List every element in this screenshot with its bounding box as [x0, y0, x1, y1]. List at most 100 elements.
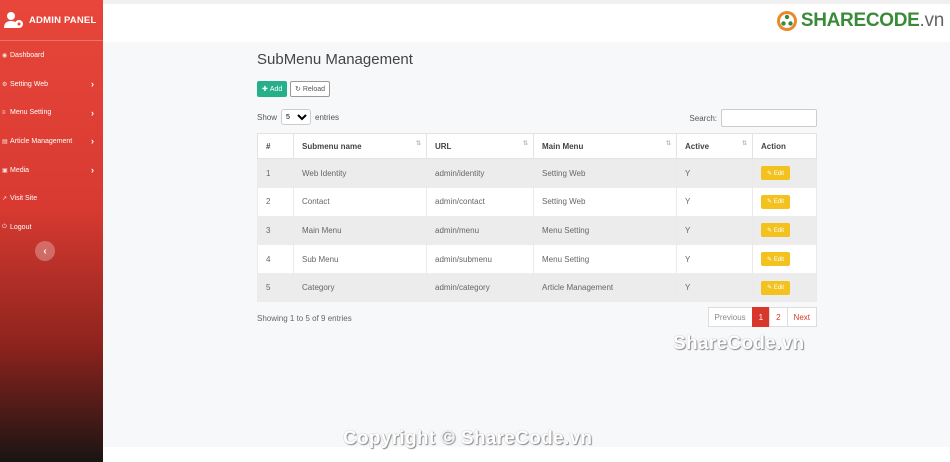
- table-search: Search:: [689, 109, 817, 127]
- copyright-watermark: Copyright © ShareCode.vn: [343, 428, 593, 449]
- list-icon: ≡: [2, 109, 6, 116]
- cell-active: Y: [676, 158, 753, 188]
- external-link-icon: ↗: [2, 196, 8, 203]
- table-row: 3 Main Menu admin/menu Menu Setting Y ✎ …: [257, 216, 817, 245]
- sidebar-item-visit-site[interactable]: ↗ Visit Site: [0, 184, 103, 213]
- pencil-icon: ✎: [767, 199, 773, 206]
- chevron-right-icon: ›: [91, 165, 94, 176]
- top-bar: SHARECODE.vn: [103, 0, 950, 42]
- sidebar-item-menu-setting[interactable]: ≡ Menu Setting ›: [0, 98, 103, 127]
- column-header-submenu-name[interactable]: Submenu name ⇅: [293, 133, 427, 159]
- edit-button[interactable]: ✎ Edit: [761, 280, 791, 295]
- column-header-action: Action: [752, 133, 817, 159]
- cell-action: ✎ Edit: [752, 216, 817, 245]
- table-header-row: # Submenu name ⇅ URL ⇅ Main Menu ⇅ Active ⇅ …: [257, 133, 817, 159]
- cell-number: 1: [257, 158, 294, 188]
- pagination-next[interactable]: Next: [786, 307, 817, 327]
- add-button[interactable]: ✚ Add: [257, 81, 288, 97]
- edit-button-label: Edit: [773, 256, 785, 263]
- search-label: Search:: [689, 113, 717, 123]
- sidebar: ADMIN PANEL ◉ Dashboard ⚙ Setting Web › …: [0, 0, 103, 462]
- sort-icon: ⇅: [415, 141, 421, 147]
- sort-icon: ⇅: [741, 141, 747, 147]
- column-header-label: Submenu name: [302, 141, 362, 151]
- show-label: Show: [257, 112, 278, 122]
- cell-url: admin/identity: [426, 158, 534, 188]
- sort-icon: ⇅: [665, 141, 671, 147]
- entries-select[interactable]: 5: [281, 109, 312, 125]
- cell-url: admin/submenu: [426, 244, 534, 274]
- sidebar-item-label: Visit Site: [10, 195, 38, 203]
- brand-title: ADMIN PANEL: [29, 14, 97, 26]
- table-row: 1 Web Identity admin/identity Setting We…: [257, 158, 817, 188]
- pencil-icon: ✎: [767, 227, 773, 234]
- edit-button[interactable]: ✎ Edit: [761, 223, 791, 238]
- search-input[interactable]: [721, 109, 817, 127]
- sidebar-nav: ◉ Dashboard ⚙ Setting Web › ≡ Menu Setti…: [0, 41, 103, 242]
- edit-button-label: Edit: [773, 199, 785, 206]
- entries-label: entries: [315, 112, 340, 122]
- cell-action: ✎ Edit: [752, 244, 817, 274]
- table-row: 4 Sub Menu admin/submenu Menu Setting Y …: [257, 244, 817, 274]
- sharecode-logo[interactable]: SHARECODE.vn: [776, 10, 944, 32]
- sort-icon: ⇅: [522, 141, 528, 147]
- sidebar-collapse-button[interactable]: ‹: [35, 241, 55, 261]
- pagination-page-1[interactable]: 1: [751, 307, 771, 327]
- edit-button[interactable]: ✎ Edit: [761, 252, 791, 267]
- cell-number: 2: [257, 187, 294, 217]
- watermark-text: ShareCode.vn: [673, 333, 805, 354]
- chevron-right-icon: ›: [91, 136, 94, 147]
- cell-action: ✎ Edit: [752, 187, 817, 217]
- entries-length-control: Show 5 entries: [257, 109, 339, 125]
- column-header-url[interactable]: URL ⇅: [426, 133, 534, 159]
- column-header-number[interactable]: #: [257, 133, 294, 159]
- logo-text: SHARECODE.vn: [801, 10, 944, 32]
- logout-icon: ⏻: [2, 223, 7, 230]
- plus-icon: ✚: [262, 86, 268, 93]
- sidebar-item-setting-web[interactable]: ⚙ Setting Web ›: [0, 70, 103, 99]
- pagination-previous[interactable]: Previous: [707, 307, 753, 327]
- edit-button-label: Edit: [773, 285, 785, 292]
- cell-number: 5: [257, 273, 294, 302]
- sidebar-item-label: Media: [10, 166, 30, 174]
- sidebar-item-logout[interactable]: ⏻ Logout: [0, 213, 103, 242]
- sidebar-item-article-management[interactable]: ▤ Article Management ›: [0, 127, 103, 156]
- user-icon: [4, 12, 23, 28]
- cell-active: Y: [676, 244, 753, 274]
- edit-button-label: Edit: [773, 227, 785, 234]
- edit-button[interactable]: ✎ Edit: [761, 194, 791, 209]
- reload-button-label: Reload: [302, 85, 326, 93]
- submenu-table: # Submenu name ⇅ URL ⇅ Main Menu ⇅ Active ⇅ …: [257, 133, 817, 302]
- sidebar-brand[interactable]: ADMIN PANEL: [0, 0, 103, 41]
- pagination-page-2[interactable]: 2: [769, 307, 788, 327]
- column-header-active[interactable]: Active ⇅: [676, 133, 753, 159]
- sidebar-item-dashboard[interactable]: ◉ Dashboard: [0, 41, 103, 70]
- refresh-icon: ↻: [295, 86, 301, 93]
- cell-submenu-name: Main Menu: [293, 216, 427, 245]
- cell-number: 4: [257, 244, 294, 274]
- cell-action: ✎ Edit: [752, 158, 817, 188]
- chevron-right-icon: ›: [91, 79, 94, 90]
- cell-submenu-name: Contact: [293, 187, 427, 217]
- cell-main-menu: Setting Web: [533, 187, 677, 217]
- dashboard-icon: ◉: [2, 52, 8, 59]
- cell-active: Y: [676, 216, 753, 245]
- pencil-icon: ✎: [767, 285, 773, 292]
- edit-button-label: Edit: [773, 170, 785, 177]
- logo-suffix: .vn: [919, 10, 945, 31]
- column-header-main-menu[interactable]: Main Menu ⇅: [533, 133, 677, 159]
- reload-button[interactable]: ↻ Reload: [290, 81, 331, 97]
- cell-submenu-name: Category: [293, 273, 427, 302]
- main-content: SubMenu Management ✚ Add ↻ Reload Show 5…: [103, 42, 950, 447]
- edit-button[interactable]: ✎ Edit: [761, 166, 791, 181]
- cell-url: admin/menu: [426, 216, 534, 245]
- sidebar-item-label: Menu Setting: [10, 109, 52, 117]
- table-row: 5 Category admin/category Article Manage…: [257, 273, 817, 302]
- column-header-label: Action: [761, 141, 786, 151]
- pagination: Previous 1 2 Next: [707, 307, 817, 327]
- column-header-label: Main Menu: [542, 141, 584, 151]
- sidebar-item-media[interactable]: ▣ Media ›: [0, 156, 103, 185]
- table-info: Showing 1 to 5 of 9 entries: [257, 314, 352, 323]
- cell-submenu-name: Web Identity: [293, 158, 427, 188]
- cell-url: admin/category: [426, 273, 534, 302]
